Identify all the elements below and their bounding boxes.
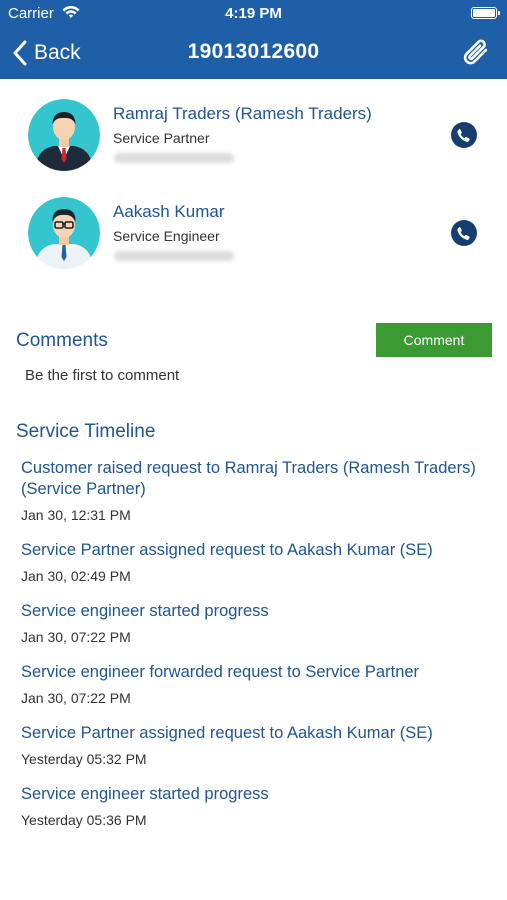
timeline-event: Customer raised request to Ramraj Trader… (21, 458, 481, 523)
back-button[interactable]: Back (12, 38, 81, 68)
timeline-event-date: Jan 30, 07:22 PM (21, 690, 131, 706)
chevron-left-icon (13, 40, 27, 66)
comment-button[interactable]: Comment (376, 323, 492, 357)
timeline-event: Service Partner assigned request to Aaka… (21, 540, 481, 584)
empty-comments-text: Be the first to comment (25, 367, 180, 384)
timeline-event-date: Yesterday 05:32 PM (21, 751, 147, 767)
timeline-event: Service Partner assigned request to Aaka… (21, 723, 481, 767)
timeline-event-text: Customer raised request to Ramraj Trader… (21, 459, 476, 498)
timeline-event: Service engineer started progress Yester… (21, 784, 481, 828)
contact-name: Ramraj Traders (Ramesh Traders) (113, 104, 372, 123)
call-button[interactable] (451, 220, 477, 246)
timeline-event-date: Jan 30, 02:49 PM (21, 568, 131, 584)
timeline-event: Service engineer forwarded request to Se… (21, 662, 481, 706)
top-bar: Carrier 4:19 PM Back 19013012600 (0, 0, 507, 79)
businessman-avatar-icon (28, 99, 100, 171)
timeline-event-text: Service Partner assigned request to Aaka… (21, 541, 433, 559)
service-timeline: Customer raised request to Ramraj Trader… (21, 458, 481, 845)
avatar (28, 197, 100, 269)
engineer-avatar-icon (28, 197, 100, 269)
paperclip-icon[interactable] (459, 36, 493, 70)
contact-card-service-partner: Ramraj Traders (Ramesh Traders) Service … (0, 95, 507, 193)
timeline-event-text: Service engineer forwarded request to Se… (21, 663, 420, 681)
phone-number-redacted (114, 251, 234, 261)
back-label: Back (34, 41, 81, 64)
phone-number-redacted (114, 153, 234, 163)
contact-role: Service Partner (113, 130, 210, 146)
service-timeline-heading: Service Timeline (16, 421, 156, 442)
navigation-bar: Back 19013012600 (0, 28, 507, 79)
avatar (28, 99, 100, 171)
timeline-event-date: Jan 30, 07:22 PM (21, 629, 131, 645)
timeline-event-text: Service engineer started progress (21, 785, 269, 803)
phone-icon (457, 227, 470, 240)
contact-name: Aakash Kumar (113, 202, 225, 221)
timeline-event-date: Yesterday 05:36 PM (21, 812, 147, 828)
timeline-event-text: Service Partner assigned request to Aaka… (21, 724, 433, 742)
status-time: 4:19 PM (225, 5, 282, 22)
comments-heading: Comments (16, 330, 108, 351)
status-bar: Carrier 4:19 PM (0, 0, 507, 28)
timeline-event: Service engineer started progress Jan 30… (21, 601, 481, 645)
contacts-list: Ramraj Traders (Ramesh Traders) Service … (0, 95, 507, 291)
phone-icon (457, 129, 470, 142)
battery-icon (471, 7, 500, 19)
contact-role: Service Engineer (113, 228, 220, 244)
call-button[interactable] (451, 122, 477, 148)
timeline-event-text: Service engineer started progress (21, 602, 269, 620)
timeline-event-date: Jan 30, 12:31 PM (21, 507, 131, 523)
contact-card-service-engineer: Aakash Kumar Service Engineer (0, 193, 507, 291)
